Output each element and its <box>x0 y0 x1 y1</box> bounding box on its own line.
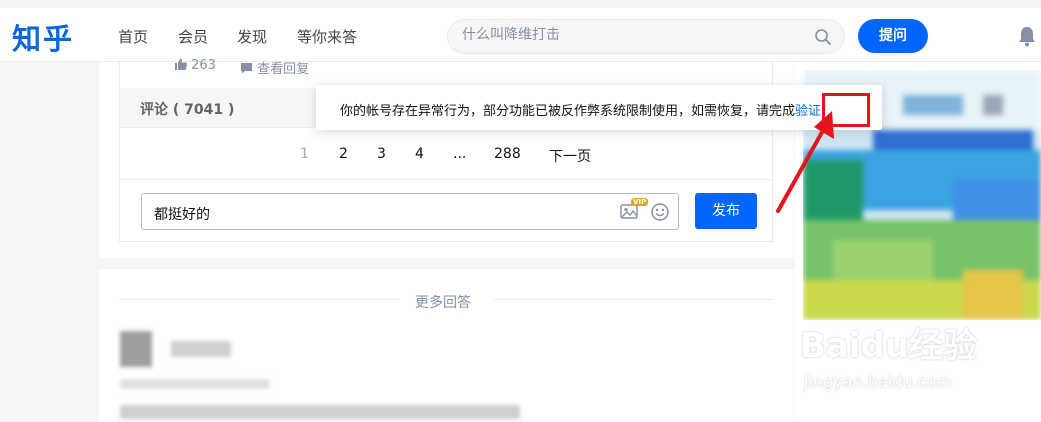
page-2[interactable]: 2 <box>339 146 348 162</box>
view-replies-label: 查看回复 <box>257 62 310 77</box>
more-answers-title: 更多回答 <box>415 295 471 311</box>
zhihu-logo[interactable]: 知乎 <box>12 16 74 58</box>
divider-left <box>119 299 399 300</box>
avatar[interactable] <box>120 331 152 367</box>
publish-button[interactable]: 发布 <box>695 193 757 229</box>
page-288[interactable]: 288 <box>494 146 521 162</box>
like-count-label: 263 <box>191 58 216 73</box>
author-name[interactable] <box>171 341 231 357</box>
emoji-icon[interactable] <box>650 202 670 222</box>
view-replies-link[interactable]: 查看回复 <box>240 58 309 77</box>
divider-right <box>494 299 774 300</box>
next-page-link[interactable]: 下一页 <box>549 146 591 166</box>
search-box[interactable] <box>447 19 845 54</box>
page-3[interactable]: 3 <box>377 146 386 162</box>
thumbs-up-icon <box>175 58 187 70</box>
toast-message: 你的帐号存在异常行为，部分功能已被反作弊系统限制使用，如需恢复，请完成验证 <box>340 100 821 119</box>
page-1[interactable]: 1 <box>300 146 309 162</box>
watermark-url: jingyan.baidu.com <box>804 372 952 391</box>
bell-icon[interactable] <box>1017 25 1037 47</box>
top-strip <box>0 0 1041 8</box>
comment-input-value: 都挺好的 <box>154 207 210 223</box>
like-count[interactable]: 263 <box>174 58 216 73</box>
search-input[interactable] <box>462 27 802 43</box>
vip-badge: VIP <box>631 198 649 206</box>
more-answers-card: 更多回答 <box>99 269 794 422</box>
comments-pagination: 1 2 3 4 ... 288 下一页 <box>120 128 772 180</box>
answer-snippet-line <box>120 379 270 389</box>
search-icon[interactable] <box>814 28 832 46</box>
page-ellipsis: ... <box>453 146 467 162</box>
annotation-arrow-icon <box>776 111 834 213</box>
nav-item-membership[interactable]: 会员 <box>178 26 208 47</box>
nav-item-home[interactable]: 首页 <box>118 26 148 47</box>
answer-snippet-line <box>120 405 520 419</box>
comment-input[interactable]: 都挺好的 VIP <box>141 193 679 230</box>
nav-item-discover[interactable]: 发现 <box>237 26 267 47</box>
baidu-watermark: Baidu经验 jingyan.baidu.com <box>800 306 1000 406</box>
comment-icon <box>241 63 252 74</box>
comments-title: 评论 ( 7041 ) <box>140 102 235 118</box>
toast-message-text: 你的帐号存在异常行为，部分功能已被反作弊系统限制使用，如需恢复，请完成 <box>340 104 796 119</box>
ask-button[interactable]: 提问 <box>858 19 928 53</box>
page-4[interactable]: 4 <box>415 146 424 162</box>
watermark-brand: Baidu经验 <box>800 326 978 366</box>
top-nav: 知乎 首页 会员 发现 等你来答 提问 <box>0 0 1041 62</box>
nav-item-waiting-answers[interactable]: 等你来答 <box>297 26 357 47</box>
